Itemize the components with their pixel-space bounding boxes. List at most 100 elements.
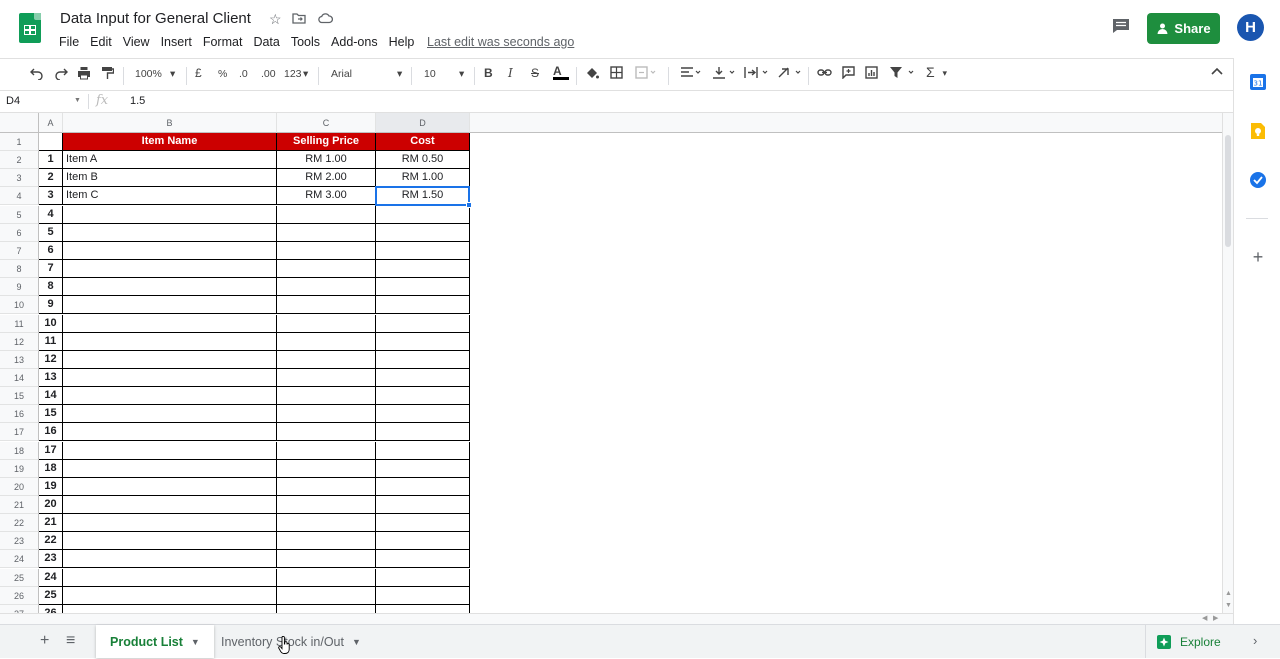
menu-edit[interactable]: Edit — [90, 35, 112, 49]
tab-caret-icon[interactable]: ▼ — [191, 637, 200, 647]
row-header[interactable]: 22 — [0, 514, 39, 533]
table-cell[interactable] — [376, 568, 470, 587]
table-cell[interactable] — [376, 496, 470, 514]
row-header[interactable]: 16 — [0, 405, 39, 424]
row-header[interactable]: 3 — [0, 169, 39, 188]
table-cell[interactable] — [63, 223, 277, 242]
table-cell[interactable] — [277, 314, 376, 333]
table-cell[interactable] — [63, 332, 277, 351]
table-cell[interactable] — [63, 314, 277, 333]
empty-cells[interactable] — [470, 532, 1222, 550]
table-cell[interactable]: 9 — [39, 296, 63, 315]
row-header[interactable]: 26 — [0, 586, 39, 605]
table-cell[interactable] — [376, 532, 470, 551]
cloud-icon[interactable] — [318, 11, 334, 27]
header-cell[interactable]: Item Name — [63, 133, 277, 151]
table-cell[interactable]: 4 — [39, 205, 63, 224]
sheets-logo-icon[interactable] — [19, 13, 41, 43]
all-sheets-button[interactable]: ≡ — [66, 632, 75, 650]
table-cell[interactable] — [376, 423, 470, 442]
select-all-corner[interactable] — [0, 113, 39, 133]
functions-button[interactable]: Σ ▾ — [926, 64, 947, 80]
redo-icon[interactable] — [54, 66, 68, 83]
tab-product-list[interactable]: Product List ▼ — [96, 625, 214, 658]
table-cell[interactable]: 12 — [39, 350, 63, 369]
table-cell[interactable] — [63, 387, 277, 406]
row-header[interactable]: 10 — [0, 296, 39, 315]
table-cell[interactable] — [277, 423, 376, 442]
empty-cells[interactable] — [470, 569, 1222, 587]
row-header[interactable]: 2 — [0, 151, 39, 170]
table-cell[interactable] — [277, 387, 376, 406]
font-caret-icon[interactable]: ▾ — [397, 68, 402, 80]
chart-icon[interactable] — [865, 66, 878, 82]
table-cell[interactable] — [63, 568, 277, 587]
table-cell[interactable] — [277, 477, 376, 496]
font-size-caret-icon[interactable]: ▾ — [459, 68, 464, 80]
table-cell[interactable] — [376, 278, 470, 297]
plus-icon[interactable]: + — [1249, 248, 1267, 266]
table-cell[interactable]: 18 — [39, 459, 63, 478]
table-cell[interactable]: Item B — [63, 169, 277, 188]
table-cell[interactable] — [63, 477, 277, 496]
text-color-button[interactable]: A — [553, 64, 569, 80]
row-header[interactable]: 23 — [0, 532, 39, 551]
empty-cells[interactable] — [470, 514, 1222, 532]
table-cell[interactable] — [63, 441, 277, 460]
table-cell[interactable] — [63, 550, 277, 569]
table-cell[interactable]: 25 — [39, 586, 63, 605]
table-cell[interactable]: RM 2.00 — [277, 169, 376, 188]
empty-cells[interactable] — [470, 278, 1222, 296]
table-cell[interactable] — [63, 296, 277, 315]
table-cell[interactable] — [277, 350, 376, 369]
empty-cells[interactable] — [470, 260, 1222, 278]
table-cell[interactable]: 20 — [39, 496, 63, 514]
table-cell[interactable] — [277, 260, 376, 279]
table-cell[interactable] — [277, 532, 376, 551]
font-select[interactable]: Arial — [331, 68, 352, 80]
text-rotation-icon[interactable] — [777, 66, 803, 82]
keep-icon[interactable] — [1249, 122, 1267, 140]
menu-addons[interactable]: Add-ons — [331, 35, 378, 49]
table-cell[interactable] — [63, 514, 277, 533]
menu-insert[interactable]: Insert — [161, 35, 192, 49]
empty-cells[interactable] — [470, 387, 1222, 405]
empty-cells[interactable] — [470, 133, 1222, 151]
tasks-icon[interactable] — [1249, 171, 1267, 189]
table-cell[interactable] — [376, 459, 470, 478]
table-cell[interactable]: 21 — [39, 514, 63, 533]
print-icon[interactable] — [77, 66, 91, 83]
table-cell[interactable]: 17 — [39, 441, 63, 460]
table-cell[interactable]: 11 — [39, 332, 63, 351]
empty-cells[interactable] — [470, 460, 1222, 478]
column-header-c[interactable]: C — [277, 113, 376, 133]
empty-cells[interactable] — [470, 605, 1222, 613]
table-cell[interactable] — [376, 550, 470, 569]
table-cell[interactable] — [63, 423, 277, 442]
table-cell[interactable] — [376, 296, 470, 315]
row-header[interactable]: 7 — [0, 241, 39, 260]
table-cell[interactable]: RM 3.00 — [277, 187, 376, 206]
row-header[interactable]: 14 — [0, 368, 39, 387]
empty-cells[interactable] — [470, 442, 1222, 460]
comment-icon[interactable] — [1112, 18, 1130, 34]
tab-caret-icon[interactable]: ▼ — [352, 637, 361, 647]
table-cell[interactable] — [63, 405, 277, 424]
table-cell[interactable]: 3 — [39, 187, 63, 206]
table-cell[interactable] — [63, 278, 277, 297]
empty-cells[interactable] — [470, 587, 1222, 605]
table-cell[interactable] — [277, 586, 376, 605]
table-cell[interactable] — [376, 314, 470, 333]
menu-file[interactable]: File — [59, 35, 79, 49]
more-formats-button[interactable]: 123 — [284, 68, 302, 80]
scroll-up-arrow-icon[interactable]: ▲ — [1225, 590, 1232, 597]
horizontal-scrollbar[interactable] — [0, 613, 1233, 624]
empty-cells[interactable] — [470, 405, 1222, 423]
strikethrough-button[interactable]: S — [531, 66, 539, 80]
increase-decimal-button[interactable]: .00 — [261, 68, 276, 80]
empty-cells[interactable] — [470, 496, 1222, 514]
borders-icon[interactable] — [610, 66, 623, 82]
empty-cells[interactable] — [470, 224, 1222, 242]
decrease-decimal-button[interactable]: .0 — [239, 68, 248, 80]
empty-cells[interactable] — [470, 333, 1222, 351]
